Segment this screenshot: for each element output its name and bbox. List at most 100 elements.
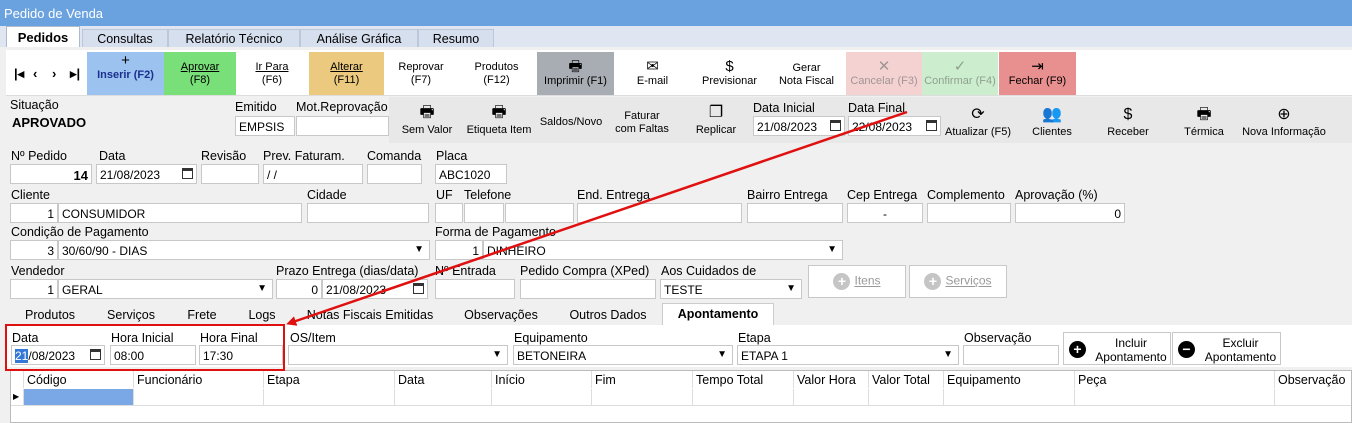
cep-entrega-field[interactable]: - <box>847 203 923 223</box>
grid-cell[interactable] <box>264 389 395 406</box>
subtab-outros-dados[interactable]: Outros Dados <box>558 307 658 325</box>
col-header-codigo[interactable]: Código <box>24 371 134 388</box>
etiqueta-item-button[interactable]: 🖶 Etiqueta Item <box>463 102 535 137</box>
subtab-logs[interactable]: Logs <box>238 307 286 325</box>
previsionar-button[interactable]: $ Previsionar <box>691 52 768 95</box>
telefone-ddd-field[interactable] <box>464 203 504 223</box>
nova-informacao-button[interactable]: ⊕ Nova Informação <box>1242 104 1326 139</box>
telefone-field[interactable] <box>505 203 574 223</box>
chevron-down-icon[interactable]: ▼ <box>414 244 424 255</box>
tab-pedidos[interactable]: Pedidos <box>6 26 80 47</box>
equipamento-select[interactable]: BETONEIRA ▼ <box>513 345 733 365</box>
grid-cell[interactable] <box>944 389 1075 406</box>
calendar-icon[interactable] <box>413 283 424 294</box>
placa-field[interactable]: ABC1020 <box>435 164 507 184</box>
subtab-observacoes[interactable]: Observações <box>454 307 548 325</box>
calendar-icon[interactable] <box>926 120 937 131</box>
first-record-icon[interactable]: |◂ <box>14 66 24 82</box>
uf-field[interactable] <box>435 203 463 223</box>
grid-cell[interactable] <box>794 389 869 406</box>
chevron-down-icon[interactable]: ▼ <box>827 244 837 255</box>
tab-resumo[interactable]: Resumo <box>418 29 494 47</box>
data-field[interactable]: 21/08/2023 <box>96 164 197 184</box>
faturar-faltas-button[interactable]: Faturar com Faltas <box>608 110 676 136</box>
inserir-button[interactable]: + Inserir (F2) <box>87 52 164 95</box>
col-header-valor-total[interactable]: Valor Total <box>869 371 944 388</box>
data-inicial-field[interactable]: 21/08/2023 <box>753 116 845 136</box>
cliente-field[interactable]: CONSUMIDOR <box>58 203 302 223</box>
last-record-icon[interactable]: ▸| <box>70 66 80 82</box>
col-header-data[interactable]: Data <box>395 371 492 388</box>
col-header-funcionario[interactable]: Funcionário <box>134 371 264 388</box>
atualizar-button[interactable]: ⟳ Atualizar (F5) <box>942 104 1014 139</box>
cidade-field[interactable] <box>307 203 429 223</box>
sem-valor-button[interactable]: 🖶 Sem Valor <box>398 102 456 137</box>
itens-button[interactable]: + Itens <box>808 265 906 298</box>
subtab-frete[interactable]: Frete <box>176 307 228 325</box>
grid-cell[interactable] <box>592 389 693 406</box>
etapa-select[interactable]: ETAPA 1 ▼ <box>737 345 959 365</box>
grid-cell[interactable] <box>1075 389 1275 406</box>
excluir-apontamento-button[interactable]: − Excluir Apontamento <box>1172 332 1281 365</box>
aprovar-button[interactable]: Aprovar (F8) <box>164 52 236 95</box>
chevron-down-icon[interactable]: ▼ <box>717 349 727 360</box>
saldos-novo-button[interactable]: Saldos/Novo <box>535 116 607 129</box>
grid-cell[interactable] <box>395 389 492 406</box>
formapag-select[interactable]: DINHEIRO ▼ <box>483 240 843 260</box>
prev-faturam-field[interactable]: / / <box>263 164 363 184</box>
subtab-produtos[interactable]: Produtos <box>14 307 86 325</box>
grid-cell-selected[interactable] <box>24 389 134 406</box>
formapag-code-field[interactable]: 1 <box>435 240 483 260</box>
col-header-valor-hora[interactable]: Valor Hora <box>794 371 869 388</box>
termica-button[interactable]: 🖶 Térmica <box>1172 104 1236 139</box>
prev-record-icon[interactable]: ‹ <box>33 66 37 81</box>
ir-para-button[interactable]: Ir Para (F6) <box>236 52 308 95</box>
chevron-down-icon[interactable]: ▼ <box>786 283 796 294</box>
grid-cell[interactable] <box>1275 389 1351 406</box>
cuidados-select[interactable]: TESTE ▼ <box>660 279 802 299</box>
grid-cell[interactable] <box>869 389 944 406</box>
col-header-etapa[interactable]: Etapa <box>264 371 395 388</box>
cliente-code-field[interactable]: 1 <box>10 203 58 223</box>
incluir-apontamento-button[interactable]: + Incluir Apontamento <box>1063 332 1171 365</box>
prazo-dias-field[interactable]: 0 <box>276 279 322 299</box>
col-header-peca[interactable]: Peça <box>1075 371 1275 388</box>
condpag-select[interactable]: 30/60/90 - DIAS ▼ <box>58 240 430 260</box>
subtab-notas-fiscais[interactable]: Notas Fiscais Emitidas <box>296 307 444 325</box>
prazo-data-field[interactable]: 21/08/2023 <box>322 279 428 299</box>
receber-button[interactable]: $ Receber <box>1096 104 1160 139</box>
aprovacao-field[interactable]: 0 <box>1015 203 1125 223</box>
fechar-button[interactable]: ⇥ Fechar (F9) <box>999 52 1076 95</box>
email-button[interactable]: ✉ E-mail <box>614 52 691 95</box>
nf-entrada-field[interactable] <box>435 279 515 299</box>
col-header-equipamento[interactable]: Equipamento <box>944 371 1075 388</box>
calendar-icon[interactable] <box>182 168 193 179</box>
pedido-compra-field[interactable] <box>520 279 656 299</box>
chevron-down-icon[interactable]: ▼ <box>943 349 953 360</box>
vendedor-select[interactable]: GERAL ▼ <box>58 279 273 299</box>
chevron-down-icon[interactable]: ▼ <box>492 349 502 360</box>
gerar-nota-button[interactable]: Gerar Nota Fiscal <box>768 52 845 95</box>
pedido-field[interactable]: 14 <box>10 164 92 184</box>
comanda-field[interactable] <box>367 164 422 184</box>
tab-analise-grafica[interactable]: Análise Gráfica <box>300 29 418 47</box>
revisao-field[interactable] <box>201 164 259 184</box>
motrep-field[interactable] <box>296 116 389 136</box>
tab-relatorio-tecnico[interactable]: Relatório Técnico <box>168 29 300 47</box>
observacao-field[interactable] <box>963 345 1059 365</box>
end-entrega-field[interactable] <box>577 203 742 223</box>
os-item-select[interactable]: ▼ <box>288 345 508 365</box>
vendedor-code-field[interactable]: 1 <box>10 279 58 299</box>
complemento-field[interactable] <box>927 203 1011 223</box>
col-header-observacao[interactable]: Observação <box>1275 371 1351 388</box>
subtab-apontamento[interactable]: Apontamento <box>662 303 774 326</box>
confirmar-button[interactable]: ✓ Confirmar (F4) <box>922 52 998 95</box>
calendar-icon[interactable] <box>830 120 841 131</box>
col-header-tempo-total[interactable]: Tempo Total <box>693 371 794 388</box>
chevron-down-icon[interactable]: ▼ <box>257 283 267 294</box>
alterar-button[interactable]: Alterar (F11) <box>309 52 384 95</box>
subtab-servicos[interactable]: Serviços <box>96 307 166 325</box>
tab-consultas[interactable]: Consultas <box>82 29 168 47</box>
reprovar-button[interactable]: Reprovar (F7) <box>384 52 458 95</box>
condpag-code-field[interactable]: 3 <box>10 240 58 260</box>
